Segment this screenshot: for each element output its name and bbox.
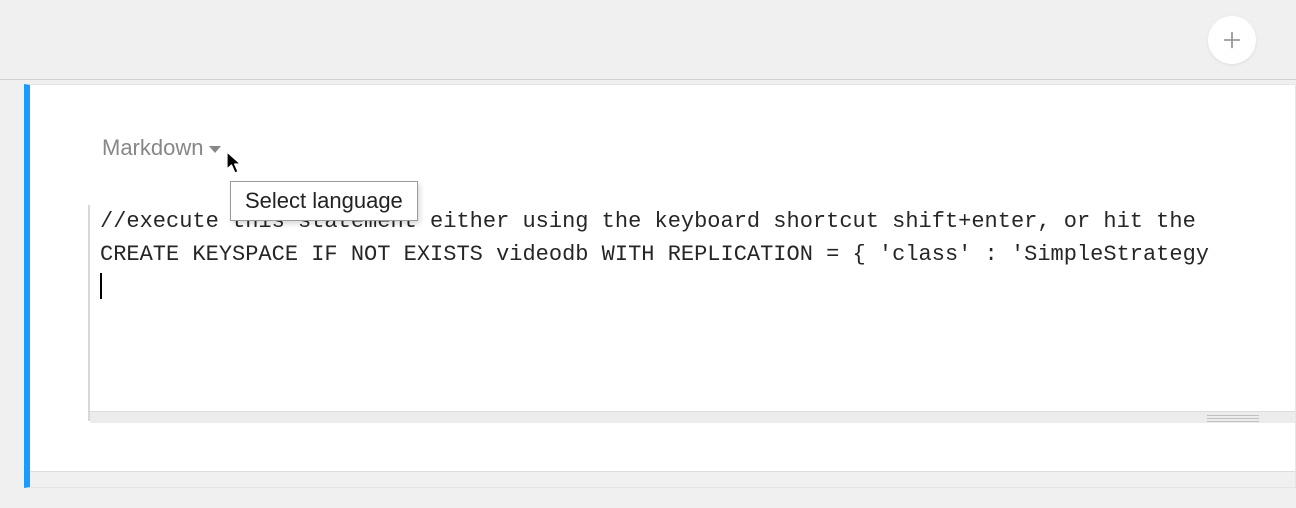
text-caret [100, 273, 102, 299]
grip-icon [1207, 415, 1259, 424]
language-selector[interactable]: Markdown [102, 135, 221, 161]
top-toolbar [0, 0, 1296, 80]
mouse-cursor-icon [226, 151, 244, 180]
chevron-down-icon [209, 146, 221, 153]
code-line: CREATE KEYSPACE IF NOT EXISTS videodb WI… [100, 238, 1295, 271]
add-button[interactable] [1208, 16, 1256, 64]
notebook-cell-wrapper: Markdown Select language //execute this … [24, 84, 1296, 488]
code-editor[interactable]: //execute this statement either using th… [88, 205, 1295, 421]
language-selector-label: Markdown [102, 135, 203, 161]
editor-resize-handle[interactable] [90, 411, 1295, 423]
notebook-cell[interactable]: Markdown Select language //execute this … [24, 84, 1296, 488]
cell-bottom-bar [30, 471, 1295, 487]
plus-icon [1221, 29, 1243, 51]
language-selector-tooltip: Select language [230, 181, 418, 221]
